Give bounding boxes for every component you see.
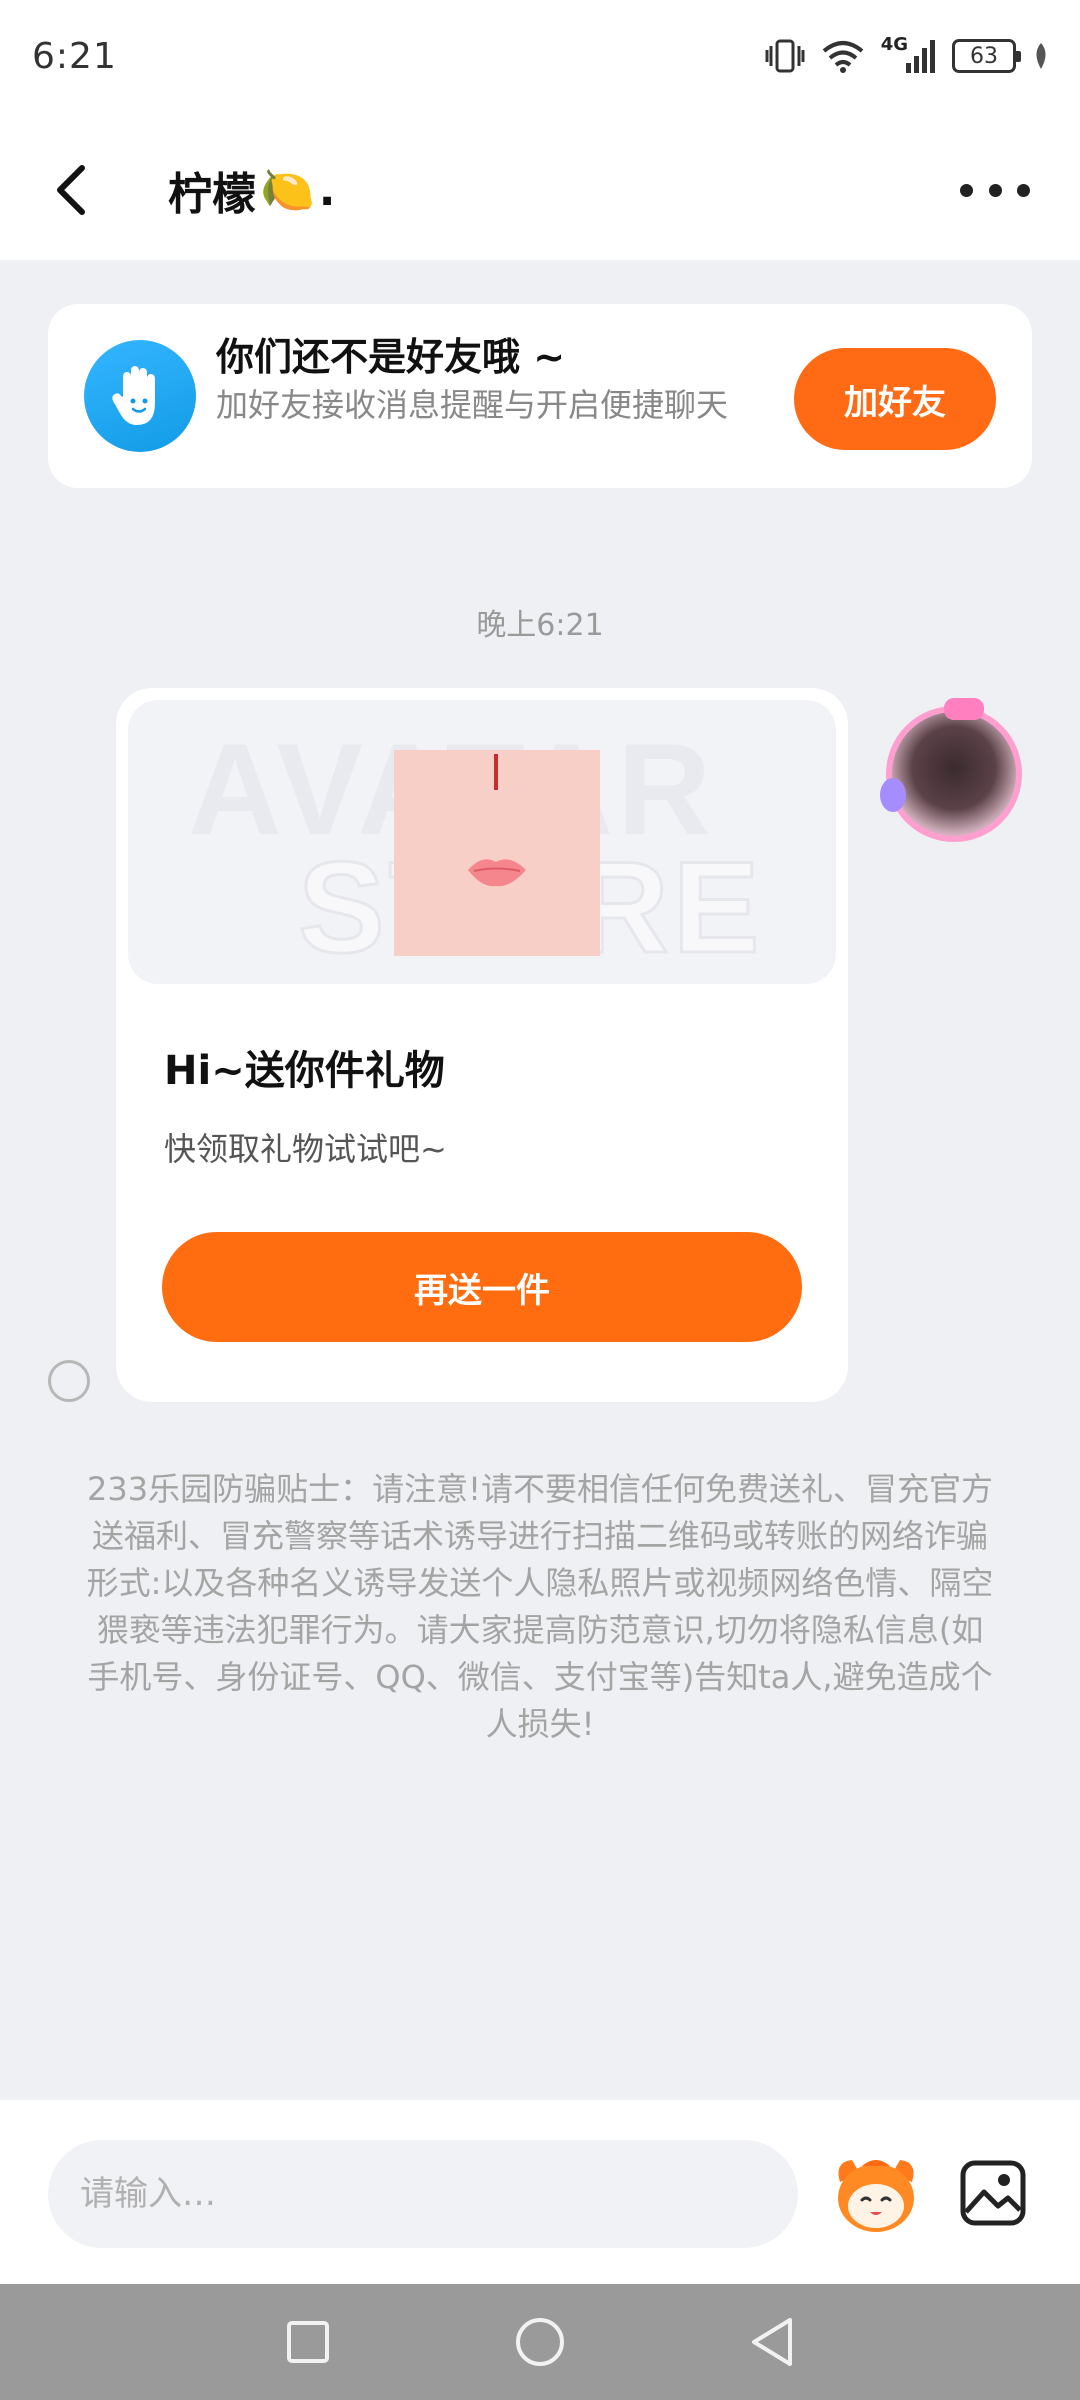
add-friend-button[interactable]: 加好友	[794, 348, 996, 450]
mascot-emoji-button[interactable]	[832, 2152, 920, 2236]
chevron-left-icon	[57, 165, 85, 215]
friend-banner-title: 你们还不是好友哦 ~	[216, 335, 566, 379]
avatar[interactable]	[886, 706, 1022, 842]
nav-back-button[interactable]	[740, 2310, 804, 2374]
status-time: 6:21	[32, 36, 117, 77]
friend-banner: 你们还不是好友哦 ~ 加好友接收消息提醒与开启便捷聊天 加好友	[48, 304, 1032, 488]
avatar-bow-decoration	[944, 698, 984, 720]
home-icon	[516, 2318, 564, 2366]
gift-message-card[interactable]: AVATAR STORE Hi~送你件礼物 快领取礼物试试吧~ 再送一件	[116, 688, 848, 1402]
home-button[interactable]	[508, 2310, 572, 2374]
battery-icon: 63	[952, 39, 1021, 73]
vibrate-icon	[765, 38, 805, 74]
status-icons: 4G 63	[765, 32, 1050, 80]
input-bar	[0, 2100, 1080, 2284]
system-nav-bar	[0, 2284, 1080, 2400]
title-suffix: .	[318, 164, 336, 216]
leaf-icon	[1032, 41, 1050, 71]
status-bar: 6:21 4G 63	[0, 0, 1080, 120]
gift-preview: AVATAR STORE	[128, 700, 836, 984]
back-button[interactable]	[52, 158, 112, 222]
back-triangle-icon	[752, 2318, 792, 2366]
more-dot	[988, 183, 1002, 197]
gift-description: 快领取礼物试试吧~	[164, 1130, 447, 1168]
image-button[interactable]	[958, 2158, 1028, 2228]
chat-header: 柠檬 🍋 .	[0, 120, 1080, 260]
network-type: 4G	[880, 33, 908, 55]
recent-apps-icon	[287, 2321, 329, 2363]
message-input[interactable]	[48, 2140, 798, 2248]
recent-apps-button[interactable]	[276, 2310, 340, 2374]
wifi-icon	[821, 39, 865, 73]
friend-banner-subtitle: 加好友接收消息提醒与开启便捷聊天	[216, 386, 729, 424]
gift-title: Hi~送你件礼物	[164, 1048, 445, 1094]
anti-fraud-notice: 233乐园防骗贴士：请注意!请不要相信任何免费送礼、冒充官方送福利、冒充警察等话…	[86, 1470, 994, 1743]
send-another-gift-button[interactable]: 再送一件	[162, 1232, 802, 1342]
message-timestamp: 晚上6:21	[476, 608, 604, 643]
title-text: 柠檬	[168, 169, 256, 220]
page-title: 柠檬 🍋 .	[168, 158, 336, 222]
message-select-radio[interactable]	[48, 1360, 90, 1402]
mascot-emoji-icon	[838, 2160, 914, 2232]
more-button[interactable]	[960, 170, 1030, 210]
signal-icon: 4G	[881, 34, 936, 73]
gift-thumbnail	[394, 750, 600, 956]
more-dots-icon	[960, 183, 973, 197]
hand-wave-icon	[84, 340, 196, 452]
lemon-icon: 🍋	[260, 165, 315, 216]
avatar-balloon-decoration	[880, 778, 906, 812]
more-dot	[1017, 183, 1030, 197]
battery-level: 63	[952, 39, 1021, 73]
image-icon	[960, 2160, 1026, 2226]
